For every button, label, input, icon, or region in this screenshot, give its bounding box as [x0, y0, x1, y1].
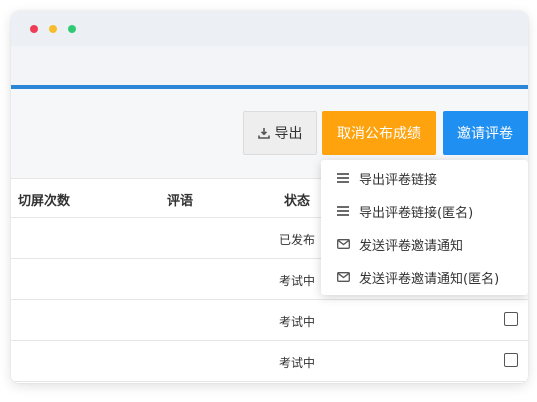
table-row[interactable]: 考试中	[11, 341, 528, 382]
menu-item-export-review-link-anonymous[interactable]: 导出评卷链接(匿名)	[321, 194, 528, 227]
window-titlebar	[11, 11, 528, 46]
row-status: 考试中	[279, 315, 316, 329]
column-header-switch-count[interactable]: 切屏次数	[18, 190, 70, 209]
row-select-checkbox[interactable]	[504, 353, 518, 367]
table-row[interactable]: 考试中	[11, 300, 528, 341]
export-button-label: 导出	[274, 126, 303, 142]
list-icon	[336, 171, 350, 184]
column-header-status[interactable]: 状态	[284, 190, 310, 209]
top-nav-bar	[11, 46, 528, 86]
cancel-publish-scores-button[interactable]: 取消公布成绩	[322, 111, 436, 155]
invite-review-label: 邀请评卷	[457, 126, 513, 142]
app-window: 导出 取消公布成绩 邀请评卷 切屏次数 评语 状态 已发布 考试中 考试中 考试…	[11, 11, 528, 383]
menu-item-label: 发送评卷邀请通知(匿名)	[359, 272, 500, 287]
row-status: 已发布	[279, 233, 316, 247]
menu-item-label: 导出评卷链接(匿名)	[359, 206, 474, 221]
invite-review-button[interactable]: 邀请评卷	[443, 111, 528, 155]
column-header-comment[interactable]: 评语	[167, 190, 193, 209]
envelope-icon	[336, 270, 350, 283]
menu-item-export-review-link[interactable]: 导出评卷链接	[321, 161, 528, 194]
download-icon	[257, 127, 270, 139]
menu-item-send-review-invite[interactable]: 发送评卷邀请通知	[321, 227, 528, 260]
close-window-button[interactable]	[30, 25, 38, 33]
list-icon	[336, 204, 350, 217]
maximize-window-button[interactable]	[68, 25, 76, 33]
invite-review-dropdown-menu: 导出评卷链接 导出评卷链接(匿名) 发送评卷邀请通知 发送评卷邀请通知(匿名)	[321, 160, 528, 295]
menu-item-send-review-invite-anonymous[interactable]: 发送评卷邀请通知(匿名)	[321, 260, 528, 293]
cancel-publish-scores-label: 取消公布成绩	[337, 126, 421, 142]
row-status: 考试中	[279, 274, 316, 288]
envelope-icon	[336, 237, 350, 250]
row-select-checkbox[interactable]	[504, 312, 518, 326]
menu-item-label: 导出评卷链接	[359, 173, 438, 188]
menu-item-label: 发送评卷邀请通知	[359, 239, 464, 254]
minimize-window-button[interactable]	[49, 25, 57, 33]
export-button[interactable]: 导出	[243, 111, 317, 155]
row-status: 考试中	[279, 356, 316, 370]
